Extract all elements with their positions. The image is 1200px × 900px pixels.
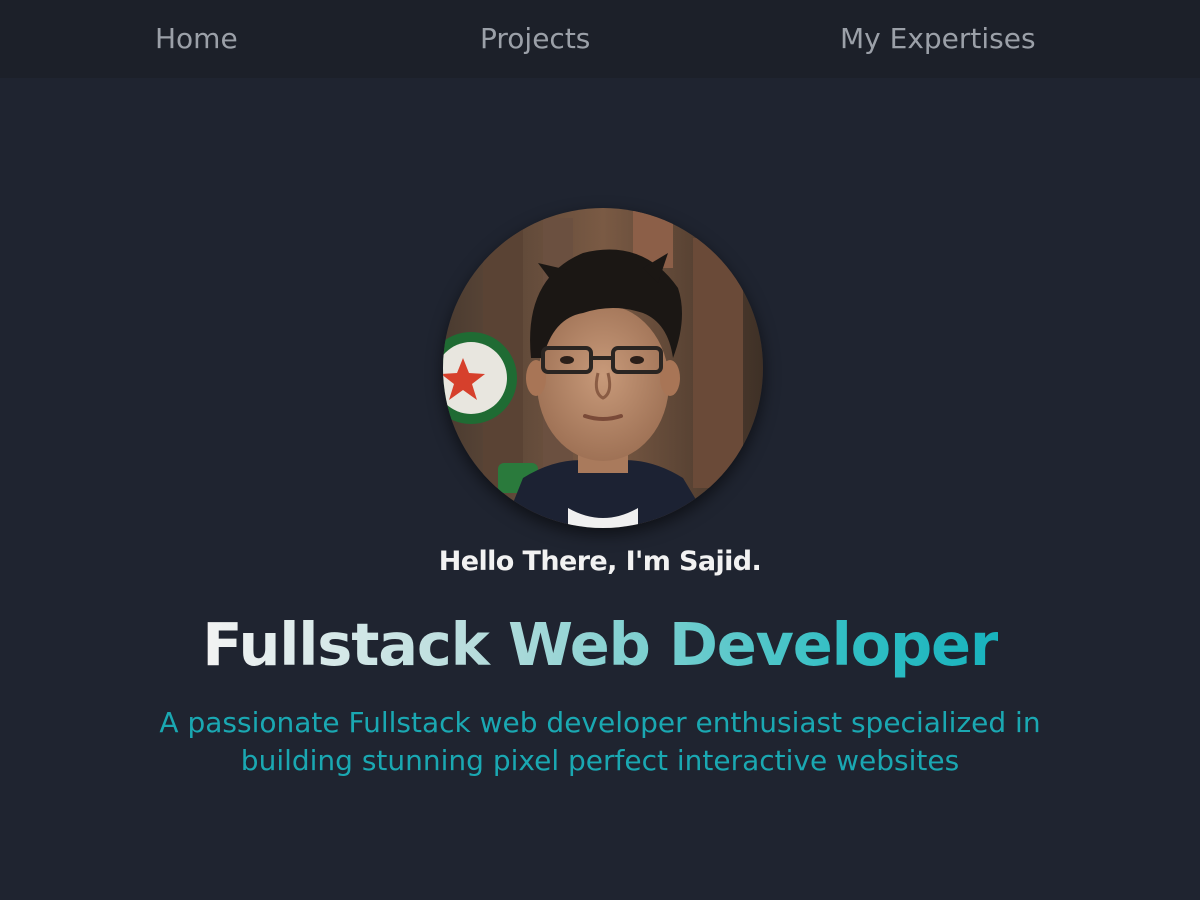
greeting-text: Hello There, I'm Sajid. (438, 546, 762, 577)
tagline-text: A passionate Fullstack web developer ent… (159, 706, 1041, 777)
headline-text: Fullstack Web Developer (202, 610, 999, 679)
nav-link-projects[interactable]: Projects (480, 20, 590, 58)
nav-link-my-expertises[interactable]: My Expertises (840, 20, 1036, 58)
top-navigation: Home Projects My Expertises (0, 0, 1200, 78)
profile-avatar (443, 208, 763, 528)
headline-title: Fullstack Web Developer (0, 608, 1200, 682)
profile-photo (443, 208, 763, 528)
nav-link-home[interactable]: Home (155, 20, 238, 58)
